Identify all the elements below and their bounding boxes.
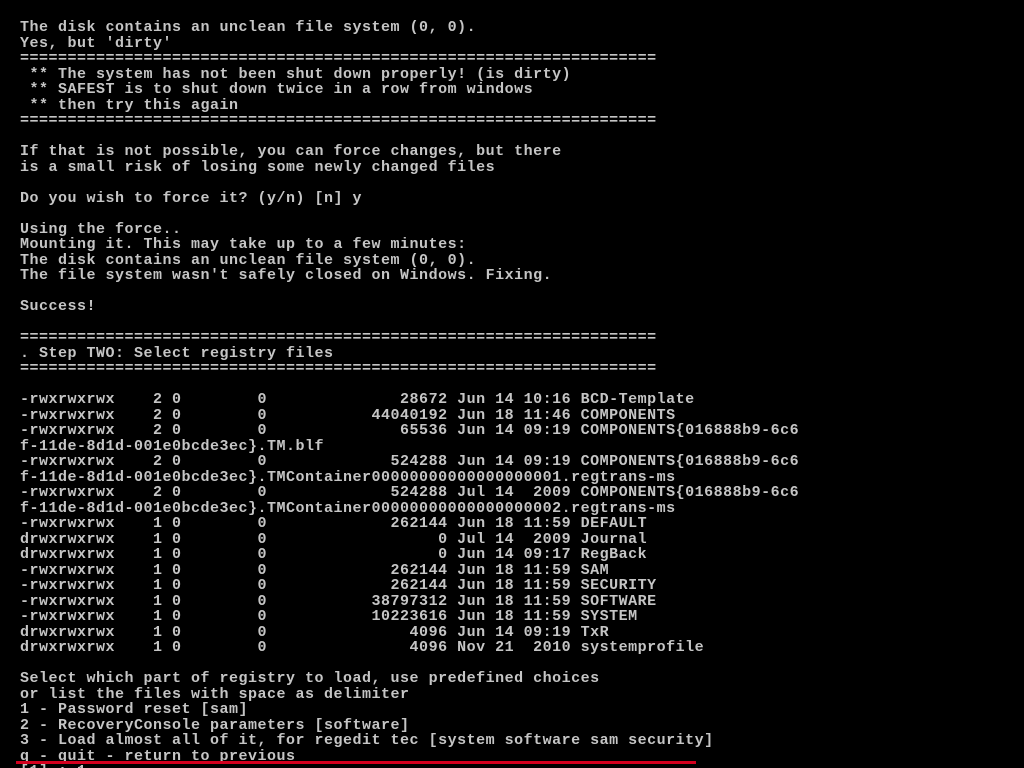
console-line: -rwxrwxrwx 2 0 0 524288 Jun 14 09:19 COM…: [20, 454, 1024, 470]
console-line: ========================================…: [20, 113, 1024, 129]
console-line: is a small risk of losing some newly cha…: [20, 160, 1024, 176]
console-line: 1 - Password reset [sam]: [20, 702, 1024, 718]
console-line: -rwxrwxrwx 1 0 0 262144 Jun 18 11:59 DEF…: [20, 516, 1024, 532]
console-line: or list the files with space as delimite…: [20, 687, 1024, 703]
console-output: The disk contains an unclean file system…: [0, 0, 1024, 768]
console-line: drwxrwxrwx 1 0 0 4096 Jun 14 09:19 TxR: [20, 625, 1024, 641]
console-line: ** then try this again: [20, 98, 1024, 114]
annotation-underline: [16, 761, 696, 764]
console-line: ** The system has not been shut down pro…: [20, 67, 1024, 83]
console-line: 2 - RecoveryConsole parameters [software…: [20, 718, 1024, 734]
terminal-screen[interactable]: The disk contains an unclean file system…: [0, 0, 1024, 768]
prompt-line[interactable]: [1] : 1: [20, 764, 1024, 768]
console-line: [20, 129, 1024, 145]
console-line: f-11de-8d1d-001e0bcde3ec}.TMContainer000…: [20, 501, 1024, 517]
console-line: ========================================…: [20, 330, 1024, 346]
console-line: [20, 175, 1024, 191]
console-line: Mounting it. This may take up to a few m…: [20, 237, 1024, 253]
console-line: [20, 284, 1024, 300]
console-line: [20, 656, 1024, 672]
console-line: Yes, but 'dirty': [20, 36, 1024, 52]
console-line: -rwxrwxrwx 2 0 0 28672 Jun 14 10:16 BCD-…: [20, 392, 1024, 408]
console-line: drwxrwxrwx 1 0 0 0 Jul 14 2009 Journal: [20, 532, 1024, 548]
console-line: Using the force..: [20, 222, 1024, 238]
console-line: Success!: [20, 299, 1024, 315]
console-line: -rwxrwxrwx 1 0 0 10223616 Jun 18 11:59 S…: [20, 609, 1024, 625]
console-line: drwxrwxrwx 1 0 0 0 Jun 14 09:17 RegBack: [20, 547, 1024, 563]
console-line: f-11de-8d1d-001e0bcde3ec}.TMContainer000…: [20, 470, 1024, 486]
console-line: ** SAFEST is to shut down twice in a row…: [20, 82, 1024, 98]
console-line: -rwxrwxrwx 2 0 0 44040192 Jun 18 11:46 C…: [20, 408, 1024, 424]
console-line: The disk contains an unclean file system…: [20, 253, 1024, 269]
console-line: -rwxrwxrwx 1 0 0 262144 Jun 18 11:59 SEC…: [20, 578, 1024, 594]
console-line: -rwxrwxrwx 1 0 0 262144 Jun 18 11:59 SAM: [20, 563, 1024, 579]
console-line: ========================================…: [20, 51, 1024, 67]
console-line: f-11de-8d1d-001e0bcde3ec}.TM.blf: [20, 439, 1024, 455]
console-line: ========================================…: [20, 361, 1024, 377]
console-line: The file system wasn't safely closed on …: [20, 268, 1024, 284]
console-line: Select which part of registry to load, u…: [20, 671, 1024, 687]
console-line: -rwxrwxrwx 2 0 0 65536 Jun 14 09:19 COMP…: [20, 423, 1024, 439]
console-line: The disk contains an unclean file system…: [20, 20, 1024, 36]
console-line: If that is not possible, you can force c…: [20, 144, 1024, 160]
console-line: drwxrwxrwx 1 0 0 4096 Nov 21 2010 system…: [20, 640, 1024, 656]
console-line: 3 - Load almost all of it, for regedit t…: [20, 733, 1024, 749]
console-line: . Step TWO: Select registry files: [20, 346, 1024, 362]
console-line: -rwxrwxrwx 1 0 0 38797312 Jun 18 11:59 S…: [20, 594, 1024, 610]
console-line: [20, 315, 1024, 331]
console-line: Do you wish to force it? (y/n) [n] y: [20, 191, 1024, 207]
console-line: -rwxrwxrwx 2 0 0 524288 Jul 14 2009 COMP…: [20, 485, 1024, 501]
console-line: [20, 206, 1024, 222]
console-line: [20, 377, 1024, 393]
